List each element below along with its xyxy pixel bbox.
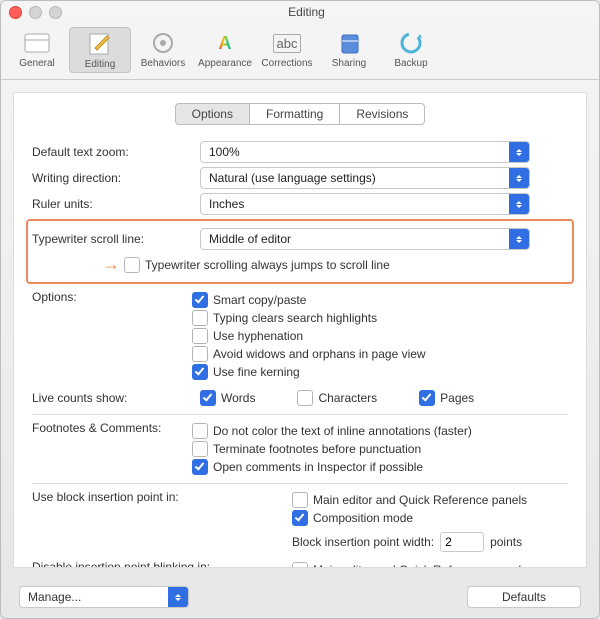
label-live-counts: Live counts show:	[32, 391, 200, 405]
tab-behaviors[interactable]: Behaviors	[133, 27, 193, 73]
label-typewriter-jumps: Typewriter scrolling always jumps to scr…	[145, 258, 390, 272]
annotation-arrow-icon: →	[102, 254, 120, 275]
chevron-updown-icon	[509, 194, 529, 214]
checkbox-avoid-widows[interactable]	[192, 346, 208, 362]
tab-editing[interactable]: Editing	[69, 27, 131, 73]
appearance-icon: A	[219, 33, 232, 54]
checkbox-words[interactable]	[200, 390, 216, 406]
sub-tabbar: Options Formatting Revisions	[14, 103, 586, 125]
checkbox-main-editor-block[interactable]	[292, 492, 308, 508]
checkbox-pages[interactable]	[419, 390, 435, 406]
chevron-updown-icon	[509, 229, 529, 249]
label-block-width: Block insertion point width:	[292, 535, 434, 549]
label-typewriter-scroll: Typewriter scroll line:	[32, 232, 200, 246]
tab-general[interactable]: General	[7, 27, 67, 73]
dropdown-typewriter-scroll[interactable]: Middle of editor	[200, 228, 530, 250]
checkbox-typing-clears[interactable]	[192, 310, 208, 326]
label-footnotes: Footnotes & Comments:	[32, 421, 192, 477]
subtab-formatting[interactable]: Formatting	[250, 103, 340, 125]
window-title: Editing	[22, 5, 591, 19]
titlebar: Editing	[1, 1, 599, 23]
chevron-updown-icon	[509, 142, 529, 162]
chevron-updown-icon	[509, 168, 529, 188]
label-options: Options:	[32, 290, 192, 382]
button-defaults[interactable]: Defaults	[467, 586, 581, 608]
checkbox-typewriter-jumps[interactable]	[124, 257, 140, 273]
tab-corrections[interactable]: abc Corrections	[257, 27, 317, 73]
dropdown-default-zoom[interactable]: 100%	[200, 141, 530, 163]
checkbox-no-color-annotations[interactable]	[192, 423, 208, 439]
tab-appearance[interactable]: A Appearance	[195, 27, 255, 73]
corrections-icon: abc	[273, 34, 302, 53]
input-block-width[interactable]	[440, 532, 484, 552]
label-disable-blinking: Disable insertion point blinking in:	[32, 560, 232, 567]
preferences-toolbar: General Editing Behaviors A Appearance a…	[1, 23, 599, 80]
checkbox-main-editor-blink[interactable]	[292, 562, 308, 567]
chevron-updown-icon	[168, 587, 188, 607]
checkbox-terminate-footnotes[interactable]	[192, 441, 208, 457]
highlight-typewriter-region: Typewriter scroll line: Middle of editor…	[26, 219, 574, 284]
checkbox-hyphenation[interactable]	[192, 328, 208, 344]
label-points: points	[490, 535, 522, 549]
label-block-insertion: Use block insertion point in:	[32, 490, 232, 554]
subtab-options[interactable]: Options	[175, 103, 250, 125]
dropdown-writing-direction[interactable]: Natural (use language settings)	[200, 167, 530, 189]
tab-sharing[interactable]: Sharing	[319, 27, 379, 73]
label-writing-direction: Writing direction:	[32, 171, 200, 185]
checkbox-composition-block[interactable]	[292, 510, 308, 526]
label-ruler-units: Ruler units:	[32, 197, 200, 211]
checkbox-open-comments[interactable]	[192, 459, 208, 475]
checkbox-characters[interactable]	[297, 390, 313, 406]
close-window-button[interactable]	[9, 6, 22, 19]
label-default-zoom: Default text zoom:	[32, 145, 200, 159]
tab-backup[interactable]: Backup	[381, 27, 441, 73]
checkbox-smart-copy[interactable]	[192, 292, 208, 308]
dropdown-manage[interactable]: Manage...	[19, 586, 189, 608]
checkbox-fine-kerning[interactable]	[192, 364, 208, 380]
subtab-revisions[interactable]: Revisions	[340, 103, 425, 125]
dropdown-ruler-units[interactable]: Inches	[200, 193, 530, 215]
